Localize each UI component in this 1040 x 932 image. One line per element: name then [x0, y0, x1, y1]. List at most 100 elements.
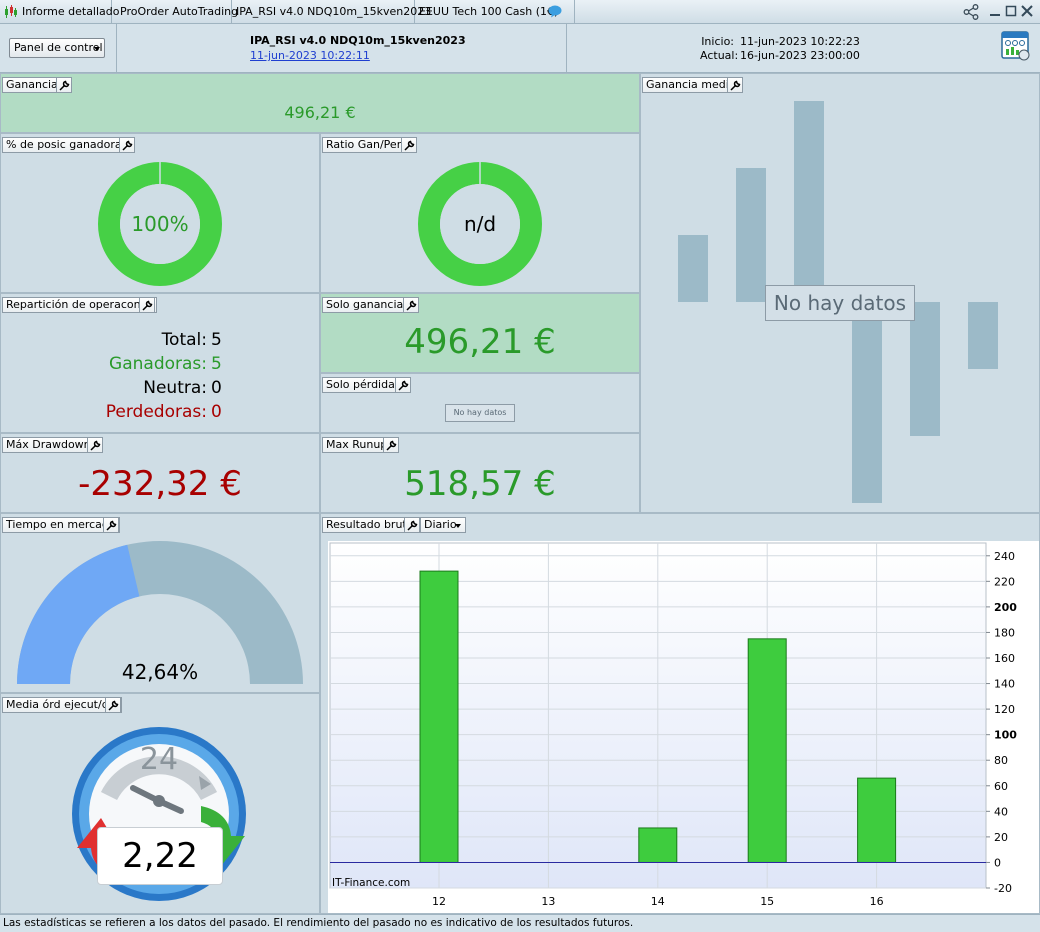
close-icon[interactable] — [1020, 4, 1034, 18]
strategy-name: IPA_RSI v4.0 NDQ10m_15kven2023 — [250, 34, 466, 47]
total-value: 5 — [211, 330, 222, 350]
panel-title: Solo ganancias — [322, 297, 413, 313]
dropdown-label: Panel de control — [14, 41, 103, 54]
bar-chart: -20 0 20 40 60 80 100 120 140 160 180 200 220 240 12 13… — [328, 541, 1039, 913]
placeholder-bar — [852, 302, 882, 503]
share-icon[interactable] — [963, 4, 979, 20]
max-runup-value: 518,57 € — [404, 464, 556, 504]
y-tick-label: 60 — [994, 780, 1008, 793]
y-tick-label: 200 — [994, 601, 1017, 614]
tab-strategy[interactable]: IPA_RSI v4.0 NDQ10m_15kven2023 — [232, 0, 431, 24]
tab-label: EEUU Tech 100 Cash (1€) — [419, 5, 559, 18]
chevron-down-icon — [455, 524, 461, 528]
ganadoras-row: Ganadoras: 5 — [1, 352, 319, 376]
divider — [566, 24, 567, 73]
chat-icon — [548, 5, 562, 18]
tab-instrument[interactable]: EEUU Tech 100 Cash (1€) — [415, 0, 575, 24]
reparticion-list: Total: 5 Ganadoras: 5 Neutra: 0 Perdedor… — [1, 328, 319, 424]
wrench-icon[interactable] — [401, 137, 417, 153]
neutra-row: Neutra: 0 — [1, 376, 319, 400]
perdedoras-label: Perdedoras: — [105, 402, 207, 422]
reparticion-panel: Repartición de operacones Total: 5 Ganad… — [0, 293, 320, 433]
ganancia-media-panel: Ganancia media No hay datos — [640, 73, 1040, 513]
y-tick-label: 160 — [994, 652, 1015, 665]
ganancia-value: 496,21 € — [284, 103, 356, 122]
wrench-icon[interactable] — [119, 137, 135, 153]
footer-disclaimer: Las estadísticas se refieren a los datos… — [0, 914, 1040, 932]
pct-ganadoras-value: 100% — [131, 212, 189, 236]
y-tick-label: 80 — [994, 754, 1008, 767]
wrench-icon[interactable] — [139, 297, 155, 313]
panel-title: Repartición de operacones — [2, 297, 158, 313]
wrench-icon[interactable] — [105, 697, 121, 713]
tiempo-mercado-value: 42,64% — [121, 660, 199, 684]
bar — [419, 570, 459, 863]
solo-ganancias-value: 496,21 € — [404, 322, 556, 362]
period-dropdown[interactable]: Diario — [420, 517, 466, 533]
panel-title: Max Runup — [322, 437, 392, 453]
x-tick-label: 16 — [870, 895, 884, 908]
inicio-value: 11-jun-2023 10:22:23 — [740, 35, 860, 48]
y-tick-label: 180 — [994, 626, 1015, 639]
tab-informe-detallado[interactable]: Informe detallado — [0, 0, 120, 24]
divider — [116, 24, 117, 73]
chevron-down-icon — [94, 47, 100, 51]
panel-title: Ratio Gan/Perd — [322, 137, 413, 153]
media-ord-panel: Media órd ejecut/día 24 2,22 — [0, 693, 320, 914]
ganadoras-value: 5 — [211, 354, 222, 374]
ganancia-panel: Ganancia 496,21 € — [0, 73, 640, 133]
tab-label: IPA_RSI v4.0 NDQ10m_15kven2023 — [236, 5, 432, 18]
watermark: IT-Finance.com — [332, 877, 411, 889]
tab-label: ProOrder AutoTrading — [120, 5, 239, 18]
y-tick-label: 100 — [994, 729, 1017, 742]
bar — [638, 827, 678, 863]
actual-value: 16-jun-2023 23:00:00 — [740, 49, 860, 62]
y-tick-label: 120 — [994, 703, 1015, 716]
panel-title: Solo pérdidas — [322, 377, 405, 393]
neutra-label: Neutra: — [143, 378, 207, 398]
placeholder-bar — [678, 235, 708, 302]
y-tick-label: 140 — [994, 678, 1015, 691]
wrench-icon[interactable] — [87, 437, 103, 453]
ganadoras-label: Ganadoras: — [109, 354, 207, 374]
wrench-icon[interactable] — [56, 77, 72, 93]
panel-de-control-dropdown[interactable]: Panel de control — [9, 38, 105, 58]
report-settings-icon[interactable] — [1001, 31, 1031, 63]
wrench-icon[interactable] — [403, 297, 419, 313]
y-tick-label: 220 — [994, 575, 1015, 588]
y-tick-label: 40 — [994, 805, 1008, 818]
max-runup-panel: Max Runup 518,57 € — [320, 433, 640, 513]
total-label: Total: — [161, 330, 207, 350]
placeholder-bar — [968, 302, 998, 369]
tiempo-mercado-panel: Tiempo en mercado 42,64% — [0, 513, 320, 693]
solo-ganancias-panel: Solo ganancias 496,21 € — [320, 293, 640, 373]
y-tick-label: 240 — [994, 550, 1015, 563]
panel-title: % de posic ganadoras — [2, 137, 132, 153]
report-header: Panel de control IPA_RSI v4.0 NDQ10m_15k… — [0, 24, 1040, 73]
panel-title: Máx Drawdown — [2, 437, 95, 453]
placeholder-bar — [736, 168, 766, 302]
maximize-icon[interactable] — [1004, 4, 1018, 18]
wrench-icon[interactable] — [395, 377, 411, 393]
resultado-bruto-panel: Resultado bruto Diario -20 0 20 40 60 80 100 12… — [320, 513, 1040, 914]
placeholder-bar — [910, 302, 940, 436]
media-ord-value: 2,22 — [97, 827, 223, 885]
ratio-value: n/d — [463, 212, 497, 236]
max-drawdown-value: -232,32 € — [78, 464, 242, 504]
x-tick-label: 15 — [760, 895, 774, 908]
bar — [857, 777, 897, 863]
wrench-icon[interactable] — [383, 437, 399, 453]
strategy-date-link[interactable]: 11-jun-2023 10:22:11 — [250, 49, 370, 62]
window-titlebar: Informe detallado ProOrder AutoTrading I… — [0, 0, 1040, 24]
actual-label: Actual: — [700, 49, 739, 62]
pct-ganadoras-panel: % de posic ganadoras 100% — [0, 133, 320, 293]
period-label: Diario — [424, 518, 457, 531]
wrench-icon[interactable] — [404, 517, 420, 533]
x-tick-label: 14 — [651, 895, 665, 908]
neutra-value: 0 — [211, 378, 222, 398]
minimize-icon[interactable] — [988, 4, 1002, 18]
max-drawdown-panel: Máx Drawdown -232,32 € — [0, 433, 320, 513]
x-tick-label: 12 — [432, 895, 446, 908]
bar — [747, 638, 787, 863]
tab-proorder[interactable]: ProOrder AutoTrading — [116, 0, 238, 24]
